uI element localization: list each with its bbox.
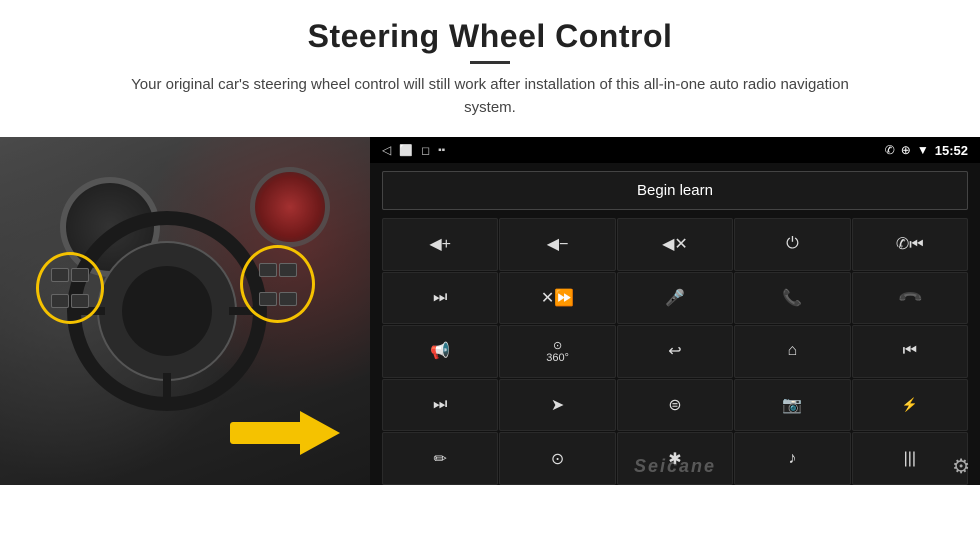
vol-down-button[interactable]: ◀− bbox=[499, 218, 615, 271]
cam360-button[interactable]: ⊙360° bbox=[499, 325, 615, 378]
fast-forward-button[interactable]: ✕⏩ bbox=[499, 272, 615, 325]
levels-icon: ||| bbox=[904, 450, 916, 468]
steering-icon: ⊙ bbox=[551, 449, 564, 469]
steering-wheel-panel bbox=[0, 137, 370, 485]
end-call-icon: 📞 bbox=[896, 284, 924, 312]
vol-down-icon: ◀− bbox=[547, 234, 569, 254]
mute-icon: ◀✕ bbox=[662, 234, 688, 254]
horn-button[interactable]: 📢 bbox=[382, 325, 498, 378]
skip-back-icon: ⏮ bbox=[903, 342, 917, 360]
title-divider bbox=[470, 61, 510, 64]
mini-btn-7 bbox=[259, 292, 277, 306]
home-nav-button[interactable]: ⌂ bbox=[734, 325, 850, 378]
phone-status-icon: ✆ bbox=[885, 143, 895, 157]
mini-btn-5 bbox=[259, 263, 277, 277]
nav-button[interactable]: ➤ bbox=[499, 379, 615, 432]
skip-fwd-button[interactable]: ⏭ bbox=[382, 379, 498, 432]
camera-button[interactable]: 📷 bbox=[734, 379, 850, 432]
mic2-icon: ✏ bbox=[433, 449, 446, 469]
mic-icon: 🎤 bbox=[665, 288, 685, 308]
page-title: Steering Wheel Control bbox=[40, 18, 940, 55]
music-button[interactable]: ♪ bbox=[734, 432, 850, 485]
status-bar: ◁ ⬜ ◻ ▪▪ ✆ ⊕ ▼ 15:52 bbox=[370, 137, 980, 163]
wheel-button-group-left bbox=[36, 252, 104, 324]
mini-btn-2 bbox=[71, 268, 89, 282]
skip-fwd-icon: ⏭ bbox=[433, 396, 447, 414]
prev-track-button[interactable]: ✆⏮ bbox=[852, 218, 968, 271]
call-button[interactable]: 📞 bbox=[734, 272, 850, 325]
mute-button[interactable]: ◀✕ bbox=[617, 218, 733, 271]
next-icon: ⏭ bbox=[433, 289, 447, 307]
controls-grid: ◀+ ◀− ◀✕ ⏻ ✆⏮ ⏭ ✕⏩ bbox=[370, 218, 980, 485]
prev-track-icon: ✆⏮ bbox=[896, 234, 924, 254]
power-icon: ⏻ bbox=[786, 235, 799, 253]
equalizer-button[interactable]: ⚡ bbox=[852, 379, 968, 432]
signal-icon: ▪▪ bbox=[438, 145, 445, 156]
nav-icon: ➤ bbox=[551, 395, 564, 415]
mini-btn-8 bbox=[279, 292, 297, 306]
subtitle: Your original car's steering wheel contr… bbox=[110, 74, 870, 119]
mini-btn-4 bbox=[71, 294, 89, 308]
begin-learn-button[interactable]: Begin learn bbox=[382, 171, 968, 210]
header-section: Steering Wheel Control Your original car… bbox=[0, 0, 980, 129]
time-display: 15:52 bbox=[935, 143, 968, 158]
equalizer-icon: ⚡ bbox=[902, 397, 918, 413]
cam360-icon: ⊙360° bbox=[546, 339, 569, 364]
content-row: ◁ ⬜ ◻ ▪▪ ✆ ⊕ ▼ 15:52 Begin learn bbox=[0, 137, 980, 485]
steering-btn[interactable]: ⊙ bbox=[499, 432, 615, 485]
eject-icon: ⊜ bbox=[668, 395, 681, 415]
power-button[interactable]: ⏻ bbox=[734, 218, 850, 271]
seicane-watermark: Seicane bbox=[634, 456, 716, 477]
steering-wheel bbox=[67, 211, 267, 411]
vol-up-button[interactable]: ◀+ bbox=[382, 218, 498, 271]
home-nav-icon: ⌂ bbox=[788, 342, 798, 360]
camera-icon: 📷 bbox=[782, 395, 802, 415]
music-icon: ♪ bbox=[788, 450, 796, 468]
call-icon: 📞 bbox=[782, 288, 802, 308]
back-icon: ◁ bbox=[382, 143, 391, 157]
back-button[interactable]: ↩ bbox=[617, 325, 733, 378]
skip-back-button[interactable]: ⏮ bbox=[852, 325, 968, 378]
levels-button[interactable]: ||| bbox=[852, 432, 968, 485]
horn-icon: 📢 bbox=[430, 341, 450, 361]
mic-button[interactable]: 🎤 bbox=[617, 272, 733, 325]
eject-button[interactable]: ⊜ bbox=[617, 379, 733, 432]
fast-forward-icon: ✕⏩ bbox=[541, 288, 574, 308]
wifi-icon: ▼ bbox=[917, 143, 929, 157]
home-icon: ⬜ bbox=[399, 144, 413, 157]
wheel-button-group-right bbox=[240, 245, 315, 323]
next-button[interactable]: ⏭ bbox=[382, 272, 498, 325]
mini-btn-1 bbox=[51, 268, 69, 282]
settings-gear-button[interactable]: ⚙ bbox=[952, 454, 970, 479]
location-icon: ⊕ bbox=[901, 143, 911, 157]
arrow-pointer bbox=[230, 411, 340, 455]
status-right: ✆ ⊕ ▼ 15:52 bbox=[885, 143, 968, 158]
wheel-center bbox=[122, 266, 212, 356]
page-container: Steering Wheel Control Your original car… bbox=[0, 0, 980, 548]
vol-up-icon: ◀+ bbox=[429, 234, 451, 254]
mini-btn-3 bbox=[51, 294, 69, 308]
back-nav-icon: ↩ bbox=[668, 341, 681, 361]
android-panel: ◁ ⬜ ◻ ▪▪ ✆ ⊕ ▼ 15:52 Begin learn bbox=[370, 137, 980, 485]
spoke-bottom bbox=[163, 373, 171, 403]
mini-btn-6 bbox=[279, 263, 297, 277]
end-call-button[interactable]: 📞 bbox=[852, 272, 968, 325]
begin-learn-row: Begin learn bbox=[370, 163, 980, 218]
mic2-button[interactable]: ✏ bbox=[382, 432, 498, 485]
status-left: ◁ ⬜ ◻ ▪▪ bbox=[382, 143, 445, 157]
recent-icon: ◻ bbox=[421, 144, 430, 157]
